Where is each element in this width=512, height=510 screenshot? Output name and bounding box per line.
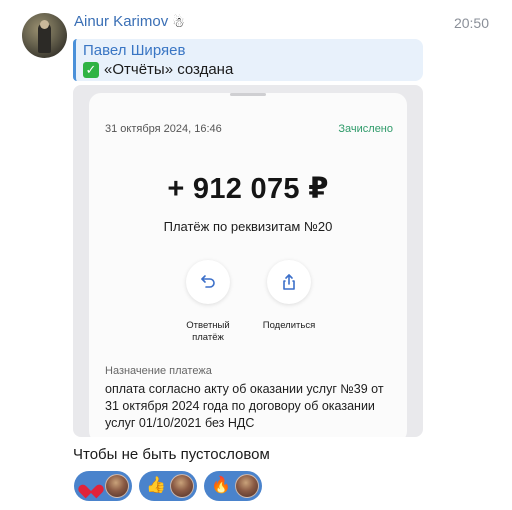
- reaction-fire[interactable]: 🔥: [204, 471, 262, 501]
- receipt-amount: + 912 075 ₽: [167, 173, 329, 205]
- reaction-thumbs-up[interactable]: 👍: [139, 471, 197, 501]
- check-mark-icon: ✓: [83, 61, 99, 78]
- sender-badge-icon: ☃: [172, 13, 185, 30]
- reply-quote[interactable]: Павел Ширяев ✓ «Отчёты» создана: [73, 39, 423, 81]
- reply-text: «Отчёты» создана: [104, 61, 234, 78]
- avatar-head: [40, 20, 49, 29]
- share-label: Поделиться: [262, 320, 316, 331]
- receipt-card: 31 октября 2024, 16:46 Зачислено + 912 0…: [89, 93, 407, 437]
- share-icon: [267, 260, 311, 304]
- fire-icon: 🔥: [211, 477, 231, 494]
- reply-payment-action: Ответный платёж: [168, 260, 248, 344]
- share-action: Поделиться: [249, 260, 329, 332]
- sender-row: Ainur Karimov ☃: [74, 13, 185, 30]
- thumbs-up-icon: 👍: [146, 477, 166, 494]
- reactor-avatar: [235, 474, 259, 498]
- sender-avatar[interactable]: [22, 13, 67, 58]
- return-arrow-icon: [186, 260, 230, 304]
- receipt-status: Зачислено: [338, 123, 393, 135]
- receipt-date: 31 октября 2024, 16:46: [105, 123, 222, 135]
- reply-text-row: ✓ «Отчёты» создана: [83, 60, 423, 79]
- reactor-avatar: [170, 474, 194, 498]
- reactor-avatar: [105, 474, 129, 498]
- sheet-grabber: [230, 93, 266, 96]
- sender-name[interactable]: Ainur Karimov: [74, 13, 168, 30]
- purpose-label: Назначение платежа: [105, 365, 212, 377]
- reply-payment-label-2: платёж: [192, 332, 224, 343]
- reactions-bar: 👍 🔥: [74, 471, 262, 501]
- purpose-text: оплата согласно акту об оказании услуг №…: [105, 382, 384, 430]
- reply-payment-label-1: Ответный: [186, 320, 230, 331]
- reaction-heart[interactable]: [74, 471, 132, 501]
- heart-icon: [82, 477, 100, 495]
- screenshot-image[interactable]: 31 октября 2024, 16:46 Зачислено + 912 0…: [73, 85, 423, 437]
- payment-name: Платёж по реквизитам №20: [163, 219, 333, 234]
- message-time: 20:50: [453, 15, 489, 31]
- message-caption: Чтобы не быть пустословом: [73, 446, 270, 463]
- reply-author: Павел Ширяев: [83, 42, 186, 59]
